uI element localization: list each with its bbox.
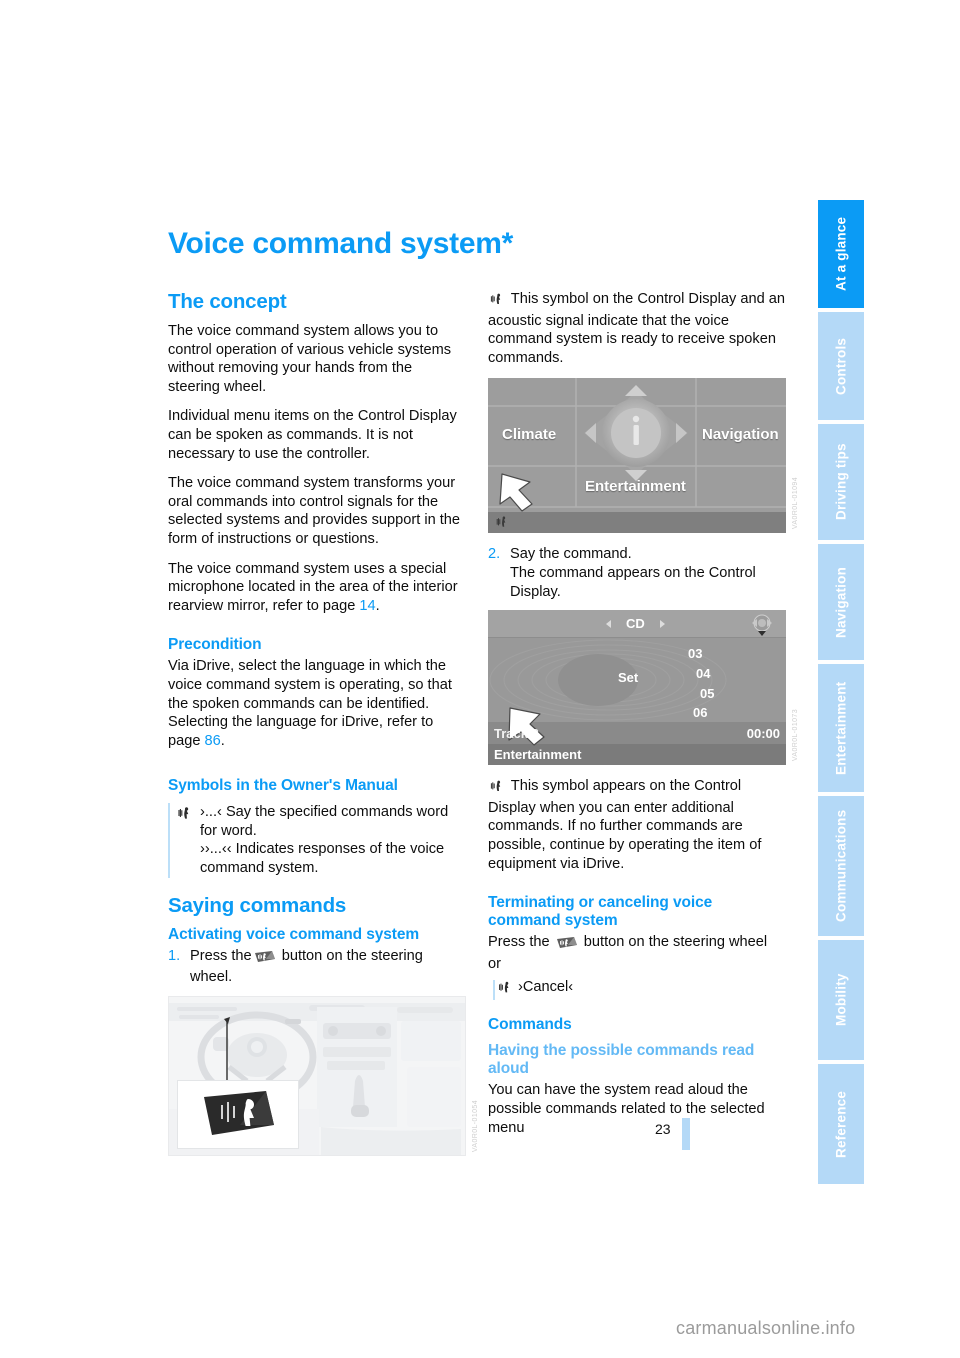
paragraph-precondition: Via iDrive, select the language in which…: [168, 657, 466, 750]
paragraph-read-aloud: You can have the system read aloud the p…: [488, 1082, 765, 1136]
heading-having-commands-read-aloud: Having the possible commands read aloud: [488, 1042, 755, 1078]
section-tab-rail: At a glance Controls Driving tips Naviga…: [818, 200, 864, 1184]
idrive-label-entertainment[interactable]: Entertainment: [585, 478, 686, 495]
step-2: 2. Say the command. The command appears …: [488, 545, 786, 601]
paragraph-concept-1: The voice command system allows you to c…: [168, 323, 452, 395]
figure-code: VA0R0L-01073: [792, 709, 799, 762]
symbols-legend-line-2: ››...‹‹ Indicates responses of the voice…: [200, 841, 445, 877]
heading-commands: Commands: [488, 1016, 572, 1034]
control-display-cd-screen: CD Set 03 04 05 06 Track 2 00:00 Enterta…: [488, 610, 786, 766]
tab-label: At a glance: [833, 216, 849, 292]
paragraph-symbol-ready: This symbol on the Control Display and a…: [488, 290, 786, 367]
tab-label: Communications: [833, 809, 849, 923]
page-title: Voice command system*: [168, 227, 513, 260]
paragraph-concept-3: The voice command system transforms your…: [168, 475, 461, 547]
paragraph-concept-4: The voice command system uses a special …: [168, 560, 466, 616]
step-2-text: Say the command. The command appears on …: [510, 545, 786, 601]
cd-time: 00:00: [746, 726, 780, 742]
tab-communications[interactable]: Communications: [818, 796, 864, 936]
step-1-text: Press the button on the steering wheel.: [190, 947, 466, 987]
cd-track-03[interactable]: 03: [688, 646, 702, 661]
cd-header-label: CD: [626, 616, 645, 632]
paragraph-terminating: Press the button on the steering wheel: [488, 933, 786, 955]
figure-idrive-main-menu: Climate Navigation Entertainment VA0R0L-…: [488, 378, 799, 534]
figure-code: VA0R0L-01094: [792, 477, 799, 530]
cd-footer-label: Entertainment: [494, 747, 582, 763]
page-reference-86[interactable]: 86: [205, 733, 221, 749]
cd-track-05[interactable]: 05: [700, 686, 714, 701]
period: .: [375, 597, 380, 614]
idrive-label-climate[interactable]: Climate: [502, 426, 556, 443]
tab-entertainment[interactable]: Entertainment: [818, 664, 864, 792]
voice-additional-symbol-icon: [490, 779, 505, 799]
period: .: [220, 732, 225, 749]
cancel-command-text: ›Cancel‹: [518, 979, 574, 996]
page-reference-14[interactable]: 14: [359, 598, 375, 614]
cd-track-06[interactable]: 06: [693, 705, 707, 720]
step-2-number: 2.: [488, 546, 501, 563]
left-column: The concept The voice command system all…: [168, 290, 479, 1156]
step-1: 1. Press the button on the steering whee…: [168, 947, 466, 987]
tab-label: Navigation: [833, 566, 849, 638]
paragraph-terminating-before: Press the: [488, 934, 550, 951]
idrive-label-navigation[interactable]: Navigation: [702, 426, 779, 443]
tab-controls[interactable]: Controls: [818, 312, 864, 420]
cancel-command-block: ›Cancel‹: [488, 978, 786, 1001]
interior-photo: [168, 995, 466, 1156]
tab-label: Driving tips: [833, 443, 849, 521]
paragraph-terminating-or: or: [488, 955, 501, 972]
paragraph-concept-2: Individual menu items on the Control Dis…: [168, 408, 457, 462]
callout-voice-button-detail: [177, 1079, 299, 1149]
steering-wheel-voice-button-icon: [556, 936, 578, 955]
voice-command-symbol-icon: [488, 978, 518, 1001]
step-1-text-before: Press the: [190, 947, 252, 964]
page-marker: [682, 1118, 690, 1150]
watermark: carmanualsonline.info: [676, 1318, 856, 1338]
paragraph-symbol-ready-text: This symbol on the Control Display and a…: [488, 291, 785, 366]
symbols-legend-text: ›...‹ Say the specified commands word fo…: [200, 803, 466, 877]
idrive-status-bar: [488, 512, 786, 534]
control-display-main-menu: Climate Navigation Entertainment: [488, 378, 786, 534]
manual-page: At a glance Controls Driving tips Naviga…: [0, 0, 960, 1358]
heading-saying-commands: Saying commands: [168, 893, 347, 917]
heading-terminating-canceling: Terminating or canceling voice command s…: [488, 894, 713, 930]
tab-reference[interactable]: Reference: [818, 1064, 864, 1184]
step-1-number: 1.: [168, 947, 181, 964]
symbols-legend-block: ›...‹ Say the specified commands word fo…: [168, 803, 466, 878]
cd-set-label: Set: [618, 670, 639, 686]
heading-activating-voice-command-system: Activating voice command system: [168, 925, 420, 943]
tab-at-a-glance[interactable]: At a glance: [818, 200, 864, 308]
voice-command-symbol-icon: [170, 803, 200, 877]
tab-label: Mobility: [833, 973, 849, 1027]
voice-status-icon: [496, 515, 509, 533]
heading-symbols-owners-manual: Symbols in the Owner's Manual: [168, 777, 398, 795]
paragraph-terminating-after: button on the steering wheel: [583, 934, 768, 951]
voice-ready-symbol-icon: [490, 292, 505, 312]
paragraph-symbol-additional-text: This symbol appears on the Control Displ…: [488, 778, 762, 872]
figure-code: VA0R0L-01054: [472, 1099, 479, 1152]
heading-the-concept: The concept: [168, 290, 287, 313]
paragraph-concept-4-text: The voice command system uses a special …: [168, 560, 458, 614]
paragraph-symbol-additional: This symbol appears on the Control Displ…: [488, 777, 786, 873]
step-2-line-1: Say the command.: [510, 546, 632, 563]
tab-label: Reference: [833, 1090, 849, 1158]
tab-navigation[interactable]: Navigation: [818, 544, 864, 660]
cd-track-label: Track 2: [494, 726, 539, 742]
steering-wheel-voice-button-icon: [254, 950, 276, 969]
tab-mobility[interactable]: Mobility: [818, 940, 864, 1060]
cd-track-04[interactable]: 04: [696, 666, 710, 681]
symbols-legend-line-1: ›...‹ Say the specified commands word fo…: [200, 804, 449, 839]
right-column: This symbol on the Control Display and a…: [488, 290, 799, 1137]
figure-cd-display: CD Set 03 04 05 06 Track 2 00:00 Enterta…: [488, 610, 799, 766]
step-2-line-2: The command appears on the Control Displ…: [510, 564, 756, 600]
tab-label: Entertainment: [833, 681, 849, 775]
tab-driving-tips[interactable]: Driving tips: [818, 424, 864, 540]
figure-steering-wheel: VA0R0L-01054: [168, 995, 479, 1156]
page-number: 23: [655, 1121, 671, 1137]
heading-precondition: Precondition: [168, 636, 262, 654]
tab-label: Controls: [833, 337, 849, 395]
